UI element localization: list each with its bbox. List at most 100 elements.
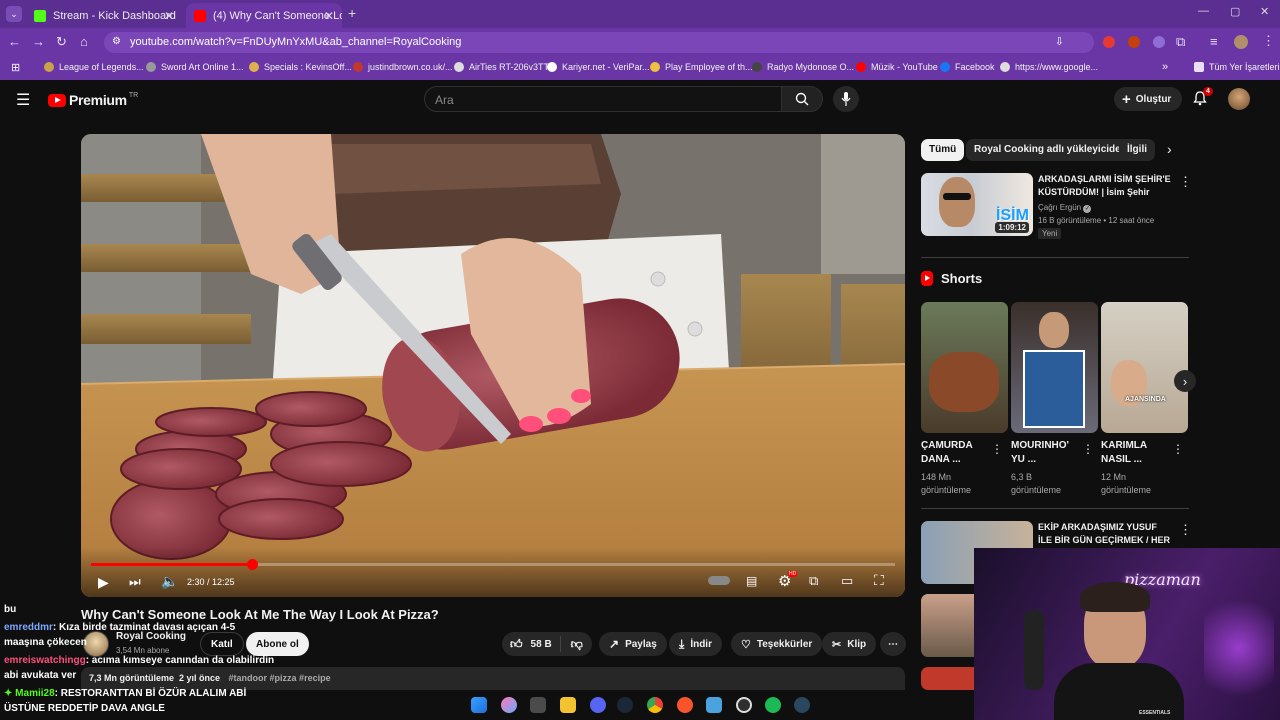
apps-grid-icon[interactable]: ⊞ [11,61,20,74]
back-icon[interactable]: ← [8,34,21,49]
chat-user: emreiswatchingg [4,655,86,666]
rec-thumbnail[interactable] [921,594,981,657]
hamburger-menu-icon[interactable]: ☰ [16,90,30,110]
tab-kick-dashboard[interactable]: Stream - Kick Dashboard ✕ [26,3,182,28]
discord-icon[interactable] [590,697,606,713]
chip-related[interactable]: İlgili [1119,139,1155,161]
chip-all[interactable]: Tümü [921,139,965,161]
bookmark-item[interactable]: League of Legends... [44,62,144,72]
account-avatar[interactable] [1228,88,1250,110]
bookmark-item[interactable]: AirTies RT-206v3TT [454,62,549,72]
minimize-icon[interactable]: — [1198,5,1209,17]
short-thumbnail[interactable] [1011,302,1098,433]
next-icon[interactable]: ⏭ [129,574,141,590]
rec-thumbnail[interactable]: İSİM 1:09:12 [921,173,1033,236]
rec-title[interactable]: ARKADAŞLARMI İSİM ŞEHİR'E KÜSTÜRDÜM! | İ… [1038,173,1173,199]
tab-youtube-video[interactable]: (4) Why Can't Someone Look A ✕ [186,3,342,28]
close-tab-icon[interactable]: ✕ [164,9,174,23]
bookmark-item[interactable]: Radyo Mydonose O... [752,62,854,72]
extension-icon[interactable] [1128,36,1140,48]
photos-icon[interactable] [706,697,722,713]
rec-channel[interactable]: Çağrı Ergün ✓ [1038,203,1092,213]
bookmark-item[interactable]: https://www.google... [1000,62,1098,72]
close-tab-icon[interactable]: ✕ [324,9,334,23]
new-tab-button[interactable]: + [348,5,356,21]
chrome-icon[interactable] [647,697,663,713]
download-button[interactable]: ⤓ İndir [669,632,722,656]
more-actions-button[interactable]: ⋯ [880,632,906,656]
site-info-icon[interactable]: ⚙ [112,36,121,47]
bookmark-item[interactable]: Play Employee of th... [650,62,753,72]
bookmark-item[interactable]: Facebook [940,62,995,72]
voice-search-button[interactable] [833,86,859,112]
subtitles-icon[interactable]: ▤ [746,574,757,588]
chips-next-icon[interactable]: › [1167,141,1172,157]
short-menu-icon[interactable]: ⋮ [1082,442,1094,456]
progress-scrubber[interactable] [246,559,258,570]
dislike-button[interactable]: 👎︎ [561,637,593,652]
miniplayer-icon[interactable]: ⧉ [809,573,818,589]
reload-icon[interactable]: ↻ [56,34,67,50]
short-title[interactable]: ÇAMURDA DANA ... [921,439,981,467]
extension-icon[interactable] [1153,36,1165,48]
bookmark-item[interactable]: Specials : KevinsOff... [249,62,352,72]
chip-from-uploader[interactable]: Royal Cooking adlı yükleyiciden [966,139,1135,161]
search-input[interactable]: Ara [424,86,782,112]
short-title[interactable]: MOURINHO' YU ... [1011,439,1077,467]
bookmark-item[interactable]: Müzik - YouTube [856,62,938,72]
short-menu-icon[interactable]: ⋮ [991,442,1003,456]
short-thumbnail[interactable] [921,302,1008,433]
home-icon[interactable]: ⌂ [80,34,88,49]
rec-menu-icon[interactable]: ⋮ [1179,522,1192,538]
rec-thumbnail[interactable] [921,667,981,690]
browser-menu-icon[interactable]: ⋮ [1262,33,1275,49]
search-button[interactable] [781,86,823,112]
rec-menu-icon[interactable]: ⋮ [1179,174,1192,190]
maximize-icon[interactable]: ▢ [1230,5,1240,18]
clip-button[interactable]: ✂ Klip [822,632,877,656]
reading-list-icon[interactable]: ≡ [1210,34,1218,49]
tab-search-button[interactable]: ⌄ [6,6,22,22]
brave-icon[interactable] [677,697,693,713]
steam-icon[interactable] [617,697,633,713]
fullscreen-icon[interactable]: ⛶ [874,572,884,589]
short-menu-icon[interactable]: ⋮ [1172,442,1184,456]
progress-track[interactable] [91,559,895,570]
shorts-next-button[interactable]: › [1174,370,1196,392]
file-explorer-icon[interactable] [560,697,576,713]
sao-icon [146,62,156,72]
play-icon[interactable]: ▶ [98,574,109,591]
bookmark-item[interactable]: Sword Art Online 1... [146,62,244,72]
address-bar[interactable]: ⚙ youtube.com/watch?v=FnDUyMnYxMU&ab_cha… [104,32,1094,53]
bookmark-item[interactable]: justindbrown.co.uk/... [353,62,453,72]
bookmarks-overflow-button[interactable]: » [1162,61,1168,73]
short-thumbnail[interactable]: AJANSINDA [1101,302,1188,433]
google-icon [1000,62,1010,72]
theater-mode-icon[interactable]: ▭ [841,573,853,589]
store-icon[interactable] [530,697,546,713]
video-player[interactable]: ▶ ⏭ 🔈 2:30 / 12:25 ▤ ⚙ HD ⧉ ▭ ⛶ [81,134,905,597]
like-button[interactable]: 👍︎ 58 B [502,636,561,652]
share-button[interactable]: ↗ Paylaş [599,632,667,656]
spotify-icon[interactable] [765,697,781,713]
volume-icon[interactable]: 🔈 [161,573,178,590]
forward-icon[interactable]: → [32,34,45,49]
bookmark-item[interactable]: Kariyer.net - VeriPar... [547,62,650,72]
all-bookmarks-folder[interactable]: Tüm Yer İşaretleri [1194,62,1280,72]
copilot-icon[interactable] [501,697,517,713]
create-button[interactable]: + Oluştur [1114,87,1182,111]
obs-icon[interactable] [736,697,752,713]
window-close-icon[interactable]: ✕ [1260,5,1269,18]
extension-icon[interactable] [1103,36,1115,48]
steam-app-icon[interactable] [794,697,810,713]
thanks-button[interactable]: ♡ Teşekkürler [731,632,823,656]
windows-start-icon[interactable] [471,697,487,713]
notifications-button[interactable]: 4 [1192,87,1213,110]
profile-avatar[interactable] [1234,35,1248,49]
youtube-logo[interactable]: Premium TR [48,92,138,108]
autoplay-toggle[interactable] [708,576,730,585]
short-title[interactable]: KARIMLA NASIL ... [1101,439,1161,467]
extensions-puzzle-icon[interactable]: ⧉ [1176,34,1185,50]
install-app-icon[interactable]: ⇩ [1055,35,1064,48]
microphone-icon [841,92,851,106]
